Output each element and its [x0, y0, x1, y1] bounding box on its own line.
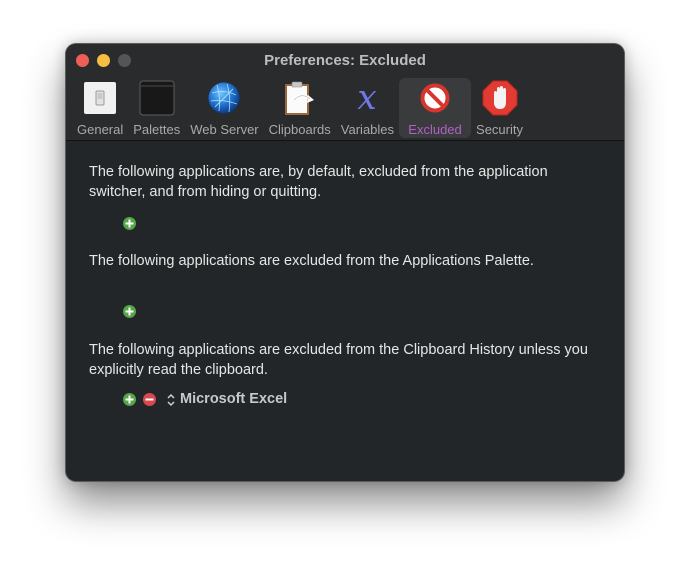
add-switcher-exclusion-button[interactable]	[123, 217, 136, 230]
prohibited-icon	[404, 80, 466, 116]
tab-excluded[interactable]: Excluded	[399, 78, 472, 138]
globe-icon	[206, 80, 242, 116]
remove-clipboard-exclusion-button[interactable]	[143, 393, 156, 406]
add-clipboard-exclusion-button[interactable]	[123, 393, 136, 406]
app-popup-selected[interactable]: Microsoft Excel	[180, 391, 287, 407]
plus-icon	[125, 395, 134, 404]
app-popup-chevrons-icon[interactable]	[166, 392, 176, 408]
tab-label: Excluded	[408, 122, 462, 137]
tab-label: Security	[476, 122, 523, 137]
preferences-toolbar: General Palettes Web Server Clipboards x…	[72, 78, 528, 138]
variable-x-icon: x	[349, 80, 385, 116]
window-title: Preferences: Excluded	[264, 52, 426, 69]
general-switch-icon	[82, 80, 118, 116]
clipboard-exclusion-description: The following applications are excluded …	[89, 342, 588, 378]
switcher-exclusion-description: The following applications are, by defau…	[89, 164, 548, 200]
plus-icon	[125, 307, 134, 316]
stop-hand-icon	[482, 80, 518, 116]
tab-label: Clipboards	[268, 122, 331, 137]
tab-general[interactable]: General	[72, 78, 128, 138]
plus-icon	[125, 219, 134, 228]
tab-label: Variables	[340, 122, 395, 137]
tab-label: Web Server	[190, 122, 259, 137]
tab-clipboards[interactable]: Clipboards	[264, 78, 336, 138]
tab-variables[interactable]: x Variables	[336, 78, 399, 138]
clipboard-icon	[282, 80, 318, 116]
titlebar: Preferences: Excluded General Palettes W…	[66, 44, 624, 141]
tab-web-server[interactable]: Web Server	[185, 78, 263, 138]
minus-icon	[145, 398, 154, 401]
add-palette-exclusion-button[interactable]	[123, 305, 136, 318]
tab-security[interactable]: Security	[471, 78, 528, 138]
tab-label: Palettes	[133, 122, 181, 137]
svg-text:x: x	[358, 80, 377, 116]
tab-label: General	[77, 122, 124, 137]
palette-exclusion-description: The following applications are excluded …	[89, 253, 534, 269]
palettes-icon	[139, 80, 175, 116]
preferences-window: Preferences: Excluded General Palettes W…	[66, 44, 624, 481]
tab-palettes[interactable]: Palettes	[128, 78, 185, 138]
excluded-pane: The following applications are, by defau…	[66, 141, 624, 481]
